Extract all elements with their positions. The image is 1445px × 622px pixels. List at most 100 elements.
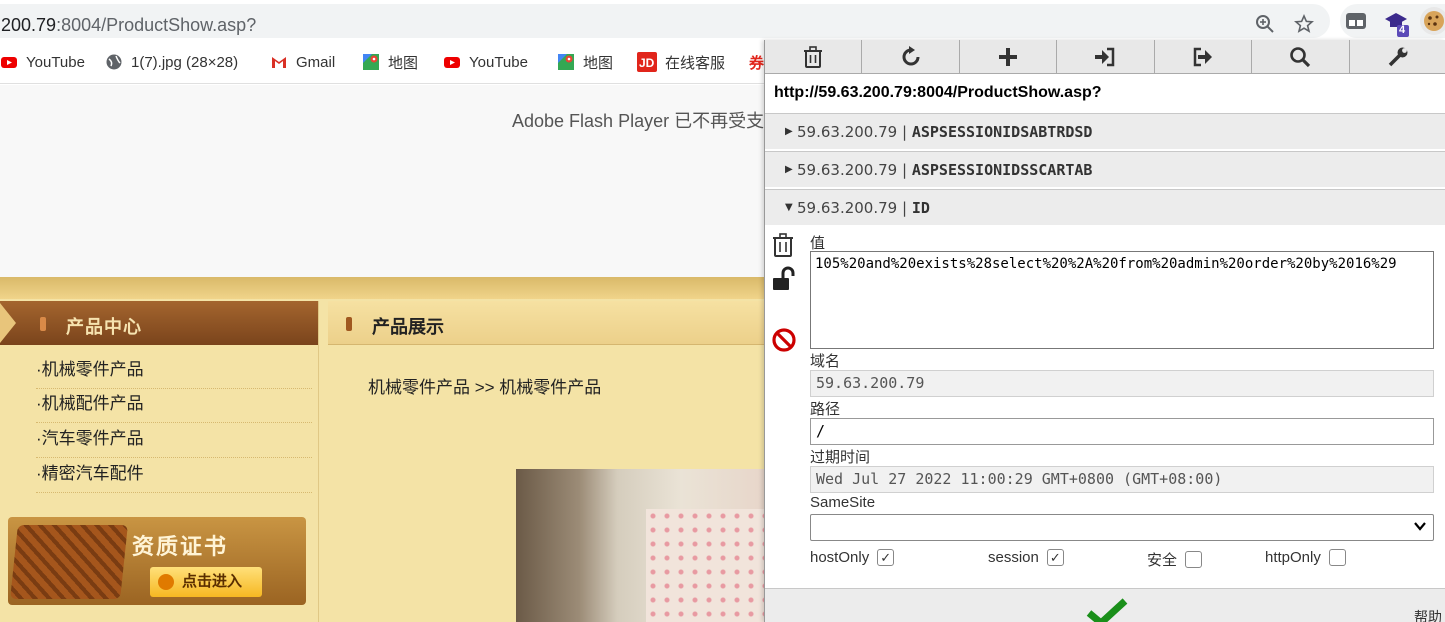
tab-manager-icon[interactable] bbox=[1345, 11, 1367, 31]
category-header: 产品中心 bbox=[0, 301, 318, 345]
trash-icon bbox=[804, 46, 823, 68]
maps-icon bbox=[558, 54, 574, 70]
bookmark-youtube-2[interactable]: YouTube bbox=[443, 52, 528, 72]
help-link[interactable]: 帮助 bbox=[1414, 607, 1442, 622]
plus-icon bbox=[999, 48, 1018, 66]
domain-label: 域名 bbox=[810, 353, 841, 370]
cookie-row[interactable]: ▶ 59.63.200.79 | ASPSESSIONIDSSCARTAB bbox=[765, 151, 1445, 187]
cookie-details: 值 105%20and%20exists%28select%20%2A%20fr… bbox=[765, 226, 1445, 586]
unlock-icon bbox=[773, 266, 795, 290]
expanded-triangle-icon: ▼ bbox=[785, 202, 793, 213]
category-title: 产品中心 bbox=[66, 317, 142, 337]
import-icon bbox=[1095, 47, 1115, 67]
product-title: 产品展示 bbox=[372, 317, 444, 337]
svg-text:JD: JD bbox=[639, 56, 655, 70]
arrow-icon bbox=[0, 303, 16, 343]
domain-field[interactable]: 59.63.200.79 bbox=[810, 370, 1434, 397]
secure-checkbox[interactable] bbox=[1185, 551, 1203, 568]
site-banner-edge bbox=[0, 277, 770, 299]
collapsed-triangle-icon: ▶ bbox=[785, 126, 793, 137]
bookmark-coupon[interactable]: 券 bbox=[749, 52, 764, 72]
panel-footer: 帮助 bbox=[765, 588, 1445, 622]
chevron-down-icon bbox=[1414, 522, 1426, 531]
delete-all-button[interactable] bbox=[765, 40, 863, 74]
menu-item[interactable]: ·机械零件产品 bbox=[36, 355, 312, 389]
samesite-select[interactable] bbox=[810, 514, 1434, 541]
refresh-icon bbox=[902, 46, 920, 66]
path-field[interactable]: / bbox=[810, 418, 1434, 445]
enter-button[interactable]: 点击进入 bbox=[150, 567, 262, 597]
column-divider bbox=[318, 301, 328, 622]
zoom-icon[interactable] bbox=[1254, 14, 1276, 36]
value-textarea[interactable]: 105%20and%20exists%28select%20%2A%20from… bbox=[810, 251, 1434, 349]
web-page: Adobe Flash Player 已不再受支 产品中心 ·机械零件产品 ·机… bbox=[0, 85, 770, 622]
trash-icon bbox=[773, 233, 793, 257]
bullet-icon bbox=[346, 317, 352, 331]
add-cookie-button[interactable] bbox=[960, 40, 1058, 74]
search-icon bbox=[1290, 47, 1311, 68]
samesite-label: SameSite bbox=[810, 494, 876, 511]
collapsed-triangle-icon: ▶ bbox=[785, 164, 793, 175]
wrench-icon bbox=[1388, 47, 1408, 67]
bookmark-star-icon[interactable] bbox=[1293, 14, 1315, 36]
hostonly-checkbox[interactable]: ✓ bbox=[877, 549, 895, 566]
wallpaper-pattern bbox=[646, 509, 770, 622]
httponly-option: httpOnly bbox=[1265, 549, 1346, 566]
product-header: 产品展示 bbox=[328, 301, 770, 345]
search-button[interactable] bbox=[1252, 40, 1350, 74]
protect-cookie-button[interactable] bbox=[771, 266, 797, 292]
path-label: 路径 bbox=[810, 401, 841, 418]
certificate-banner[interactable]: 资质证书 点击进入 bbox=[8, 517, 306, 605]
bookmark-maps[interactable]: 地图 bbox=[362, 52, 418, 72]
url-text[interactable]: .200.79:8004/ProductShow.asp? bbox=[0, 15, 256, 36]
value-label: 值 bbox=[810, 235, 826, 252]
play-icon bbox=[158, 574, 174, 590]
bookmark-image[interactable]: 1(7).jpg (28×28) bbox=[105, 52, 238, 72]
globe-icon bbox=[106, 54, 122, 70]
wood-decoration bbox=[10, 525, 128, 599]
extension-hat-icon[interactable]: 4 bbox=[1383, 9, 1411, 37]
cookie-row-expanded[interactable]: ▼ 59.63.200.79 | ID bbox=[765, 189, 1445, 225]
cookie-toolbar bbox=[765, 40, 1445, 74]
omnibox[interactable]: .200.79:8004/ProductShow.asp? bbox=[0, 4, 1330, 38]
breadcrumb[interactable]: 机械零件产品 >> 机械零件产品 bbox=[368, 373, 601, 398]
bookmark-maps-2[interactable]: 地图 bbox=[557, 52, 613, 72]
menu-item[interactable]: ·汽车零件产品 bbox=[36, 424, 312, 458]
menu-item[interactable]: ·机械配件产品 bbox=[36, 389, 312, 423]
settings-button[interactable] bbox=[1350, 40, 1445, 74]
httponly-checkbox[interactable] bbox=[1328, 549, 1346, 566]
bookmark-youtube[interactable]: YouTube bbox=[0, 52, 85, 72]
current-url: http://59.63.200.79:8004/ProductShow.asp… bbox=[774, 84, 1102, 101]
extension-badge: 4 bbox=[1399, 24, 1406, 36]
jd-icon: JD bbox=[637, 52, 657, 72]
block-icon bbox=[772, 328, 796, 352]
session-checkbox[interactable]: ✓ bbox=[1046, 549, 1064, 566]
refresh-button[interactable] bbox=[862, 40, 960, 74]
product-photo[interactable] bbox=[516, 469, 770, 622]
flash-message: Adobe Flash Player 已不再受支 bbox=[512, 111, 765, 131]
menu-item[interactable]: ·精密汽车配件 bbox=[36, 459, 312, 493]
certificate-title: 资质证书 bbox=[132, 534, 229, 559]
extensions-area: 4 bbox=[1340, 4, 1445, 38]
block-cookie-button[interactable] bbox=[771, 327, 797, 353]
cookie-row[interactable]: ▶ 59.63.200.79 | ASPSESSIONIDSABTRDSD bbox=[765, 113, 1445, 149]
import-button[interactable] bbox=[1057, 40, 1155, 74]
export-icon bbox=[1193, 47, 1212, 67]
address-bar: .200.79:8004/ProductShow.asp? 4 bbox=[0, 0, 1445, 40]
session-option: session ✓ bbox=[988, 549, 1064, 566]
maps-icon bbox=[363, 54, 379, 70]
export-button[interactable] bbox=[1155, 40, 1253, 74]
bookmark-jd-service[interactable]: JD 在线客服 bbox=[637, 52, 725, 72]
gmail-icon bbox=[272, 57, 286, 68]
bullet-icon bbox=[40, 317, 46, 331]
youtube-icon bbox=[444, 57, 460, 68]
youtube-icon bbox=[1, 57, 17, 68]
bookmark-gmail[interactable]: Gmail bbox=[270, 52, 335, 72]
cookie-editor-panel: http://59.63.200.79:8004/ProductShow.asp… bbox=[764, 40, 1445, 622]
browser-window: .200.79:8004/ProductShow.asp? 4 YouTube … bbox=[0, 0, 1445, 622]
expires-label: 过期时间 bbox=[810, 449, 871, 466]
save-check-icon[interactable] bbox=[1085, 597, 1129, 622]
cookie-editor-icon[interactable] bbox=[1420, 7, 1445, 35]
delete-cookie-button[interactable] bbox=[771, 232, 797, 258]
expires-field[interactable]: Wed Jul 27 2022 11:00:29 GMT+0800 (GMT+0… bbox=[810, 466, 1434, 493]
